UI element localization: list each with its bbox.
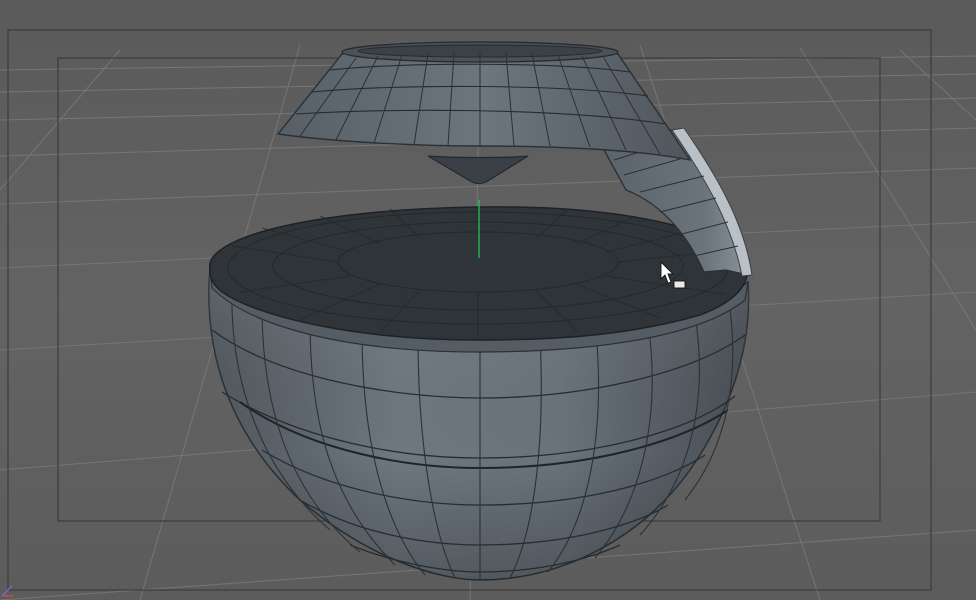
viewport-canvas[interactable] bbox=[0, 0, 976, 600]
3d-viewport[interactable] bbox=[0, 0, 976, 600]
